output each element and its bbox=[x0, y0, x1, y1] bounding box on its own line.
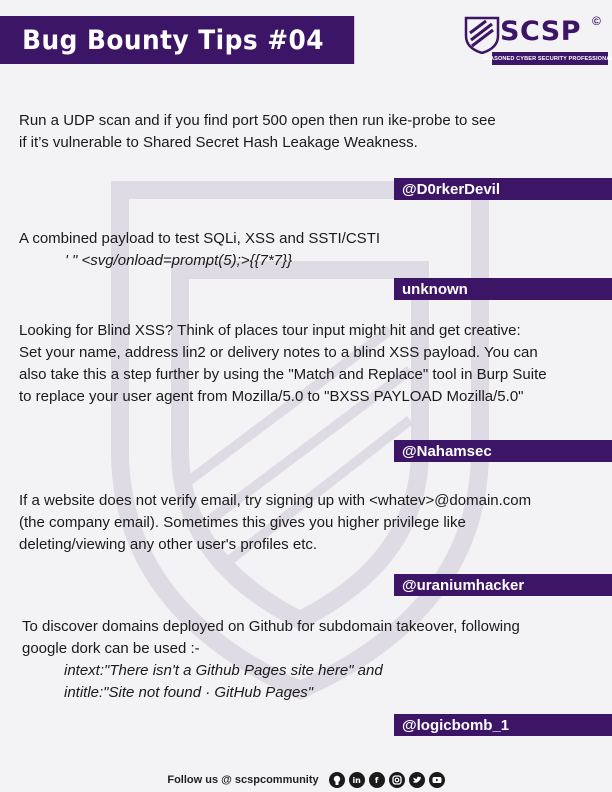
tip-author-4: @uraniumhacker bbox=[394, 574, 612, 596]
tip-text-line: deleting/viewing any other user's profil… bbox=[19, 536, 318, 553]
follow-us-text: Follow us @ scspcommunity bbox=[167, 774, 319, 786]
dork-line: intitle:"Site not found · GitHub Pages" bbox=[64, 684, 314, 701]
tip-author-2: unknown bbox=[394, 278, 612, 300]
tip-5: To discover domains deployed on Github f… bbox=[22, 616, 520, 704]
tip-2: A combined payload to test SQLi, XSS and… bbox=[19, 228, 380, 272]
shield-logo-icon bbox=[464, 16, 500, 54]
tip-text-line: if it’s vulnerable to Shared Secret Hash… bbox=[19, 134, 418, 151]
tip-text-line: To discover domains deployed on Github f… bbox=[22, 618, 520, 635]
scsp-logo: SCSP © SEASONED CYBER SECURITY PROFESSIO… bbox=[462, 14, 612, 70]
tip-text-line: Set your name, address lin2 or delivery … bbox=[19, 344, 538, 361]
tip-text-line: A combined payload to test SQLi, XSS and… bbox=[19, 230, 381, 247]
youtube-icon[interactable] bbox=[428, 772, 445, 788]
logo-tagline: SEASONED CYBER SECURITY PROFESSIONALS bbox=[482, 52, 612, 65]
tip-3: Looking for Blind XSS? Think of places t… bbox=[19, 320, 547, 408]
tip-1: Run a UDP scan and if you find port 500 … bbox=[19, 110, 496, 154]
instagram-icon[interactable] bbox=[388, 772, 405, 788]
github-icon[interactable] bbox=[328, 772, 345, 788]
linkedin-icon[interactable]: in bbox=[348, 772, 365, 788]
tip-text-line: If a website does not verify email, try … bbox=[19, 492, 532, 509]
tip-author-5: @logicbomb_1 bbox=[394, 714, 612, 736]
twitter-icon[interactable] bbox=[408, 772, 425, 788]
tip-text-line: (the company email). Sometimes this give… bbox=[19, 514, 466, 531]
tip-text-line: Run a UDP scan and if you find port 500 … bbox=[19, 112, 496, 129]
copyright-symbol: © bbox=[592, 14, 601, 28]
tip-author-3: @Nahamsec bbox=[394, 440, 612, 462]
footer: Follow us @ scspcommunity in f bbox=[0, 768, 612, 792]
tip-text-line: Looking for Blind XSS? Think of places t… bbox=[19, 322, 521, 339]
page-title: Bug Bounty Tips #04 bbox=[0, 16, 355, 64]
logo-text: SCSP bbox=[500, 16, 581, 47]
tip-author-1: @D0rkerDevil bbox=[394, 178, 612, 200]
tip-payload: ' " <svg/onload=prompt(5);>{{7*7}} bbox=[65, 252, 293, 269]
dork-line: intext:"There isn't a Github Pages site … bbox=[64, 662, 383, 679]
tip-text-line: google dork can be used :- bbox=[22, 640, 200, 657]
facebook-icon[interactable]: f bbox=[368, 772, 385, 788]
tip-4: If a website does not verify email, try … bbox=[19, 490, 531, 556]
tip-text-line: also take this a step further by using t… bbox=[19, 366, 547, 383]
tip-text-line: to replace your user agent from Mozilla/… bbox=[19, 388, 524, 405]
